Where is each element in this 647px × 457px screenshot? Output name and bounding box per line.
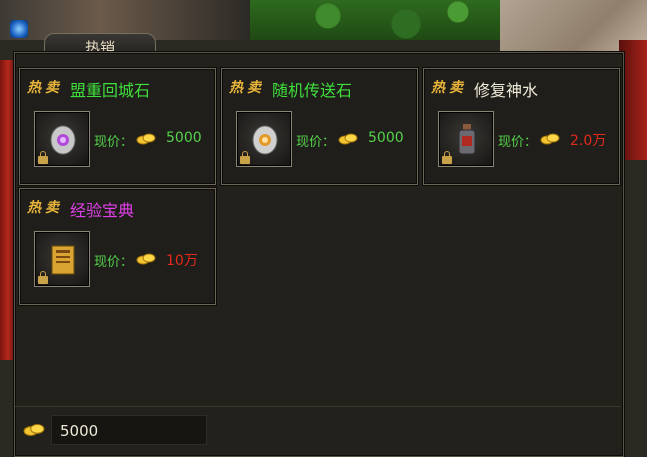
shop-panel: 热卖 盟重回城石 现价： 5000 热卖 随机传送石 现价： 5000 热卖 修…	[14, 52, 624, 457]
lock-icon	[38, 271, 48, 284]
teleport-stone-icon	[252, 125, 278, 155]
hot-sale-badge: 热卖	[27, 80, 63, 96]
gold-coin-icon	[136, 133, 156, 145]
gold-coin-icon	[23, 423, 45, 437]
repair-potion-icon	[458, 124, 476, 155]
shop-item-card[interactable]: 热卖 修复神水 现价： 2.0万	[423, 68, 620, 185]
hot-sale-badge: 热卖	[27, 200, 63, 216]
lock-icon	[240, 151, 250, 164]
gold-coin-icon	[338, 133, 358, 145]
item-price: 10万	[166, 253, 198, 269]
lock-icon	[442, 151, 452, 164]
lock-icon	[38, 151, 48, 164]
shop-item-card[interactable]: 热卖 随机传送石 现价： 5000	[221, 68, 418, 185]
price-label: 现价：	[94, 135, 134, 150]
item-price: 2.0万	[570, 133, 607, 149]
item-name: 修复神水	[474, 81, 539, 100]
return-stone-icon	[50, 125, 76, 155]
divider	[15, 406, 621, 407]
item-slot[interactable]	[34, 231, 90, 287]
gold-balance: 5000	[51, 415, 207, 445]
price-label: 现价：	[94, 255, 134, 270]
item-name: 经验宝典	[70, 201, 135, 220]
item-name: 随机传送石	[272, 81, 353, 100]
item-slot[interactable]	[438, 111, 494, 167]
exp-book-icon	[51, 245, 75, 275]
item-price: 5000	[166, 130, 202, 146]
item-slot[interactable]	[34, 111, 90, 167]
price-label: 现价：	[498, 135, 538, 150]
gold-coin-icon	[540, 133, 560, 145]
grass-terrain	[250, 0, 510, 40]
shop-item-card[interactable]: 热卖 经验宝典 现价： 10万	[19, 188, 216, 305]
item-slot[interactable]	[236, 111, 292, 167]
item-price: 5000	[368, 130, 404, 146]
shop-item-card[interactable]: 热卖 盟重回城石 现价： 5000	[19, 68, 216, 185]
price-label: 现价：	[296, 135, 336, 150]
blue-gem-icon	[10, 20, 28, 38]
hot-sale-badge: 热卖	[229, 80, 265, 96]
hot-sale-badge: 热卖	[431, 80, 467, 96]
item-name: 盟重回城石	[70, 81, 151, 100]
gold-coin-icon	[136, 253, 156, 265]
